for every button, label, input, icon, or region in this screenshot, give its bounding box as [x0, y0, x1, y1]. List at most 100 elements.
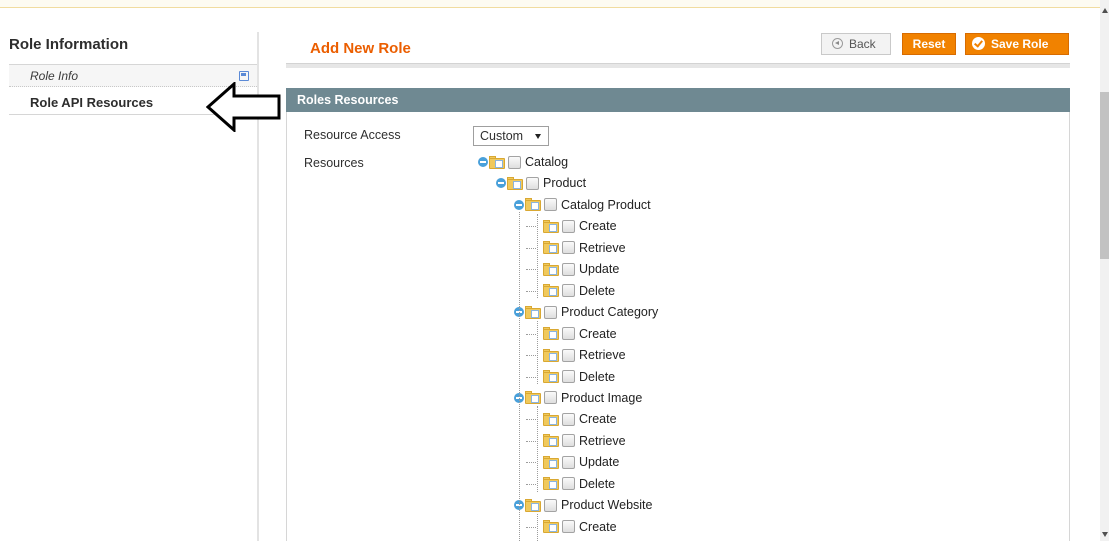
- tree-node[interactable]: Product Category: [514, 303, 658, 321]
- scroll-down-icon[interactable]: [1102, 532, 1108, 537]
- save-role-button[interactable]: Save Role: [965, 33, 1069, 55]
- back-button[interactable]: Back: [821, 33, 891, 55]
- tree-node[interactable]: Create: [532, 518, 617, 536]
- resource-checkbox[interactable]: [544, 198, 557, 212]
- tree-node-label: Retrieve: [579, 348, 626, 363]
- tree-node-label: Update: [579, 262, 620, 277]
- tree-node-label: Product: [543, 176, 587, 191]
- header-divider: [286, 63, 1070, 68]
- collapse-icon[interactable]: [496, 178, 506, 189]
- tree-node[interactable]: Delete: [532, 368, 615, 386]
- folder-icon: [543, 262, 559, 276]
- tree-node[interactable]: Delete: [532, 475, 615, 493]
- tree-connector: [537, 406, 538, 492]
- tree-node[interactable]: Product Website: [514, 496, 652, 514]
- tree-node[interactable]: Retrieve: [532, 239, 626, 257]
- tree-node-label: Product Category: [561, 305, 659, 320]
- resource-checkbox[interactable]: [562, 348, 575, 362]
- resource-checkbox[interactable]: [544, 391, 557, 405]
- tree-node[interactable]: Update: [532, 453, 619, 471]
- tree-node[interactable]: Catalog Product: [514, 196, 651, 214]
- tree-node[interactable]: Retrieve: [532, 432, 626, 450]
- collapse-icon[interactable]: [514, 199, 524, 210]
- tree-node-label: Create: [579, 326, 617, 341]
- back-icon: [832, 38, 843, 49]
- resource-checkbox[interactable]: [562, 241, 575, 255]
- tree-node[interactable]: Create: [532, 325, 617, 343]
- resource-checkbox[interactable]: [562, 327, 575, 341]
- tree-node[interactable]: Create: [532, 410, 617, 428]
- tree-node-label: Product Image: [561, 390, 643, 405]
- tree-node-label: Product Website: [561, 498, 653, 513]
- tree-node-label: Retrieve: [579, 433, 626, 448]
- tree-node-label: Delete: [579, 283, 616, 298]
- sidebar-title: Role Information: [9, 36, 129, 53]
- scroll-up-icon[interactable]: [1102, 8, 1108, 13]
- scrollbar[interactable]: [1100, 0, 1109, 541]
- tree-connector: [526, 419, 536, 421]
- tree-node[interactable]: Catalog: [478, 153, 568, 171]
- tree-node[interactable]: Product Image: [514, 389, 642, 407]
- resource-checkbox[interactable]: [562, 262, 575, 276]
- folder-icon: [525, 198, 541, 212]
- folder-icon: [489, 155, 505, 169]
- checkmark-icon: [972, 37, 985, 50]
- left-arrow-icon: [206, 82, 281, 132]
- folder-icon: [507, 176, 523, 190]
- tab-role-api-resources-label: Role API Resources: [30, 95, 154, 110]
- tree-node-label: Catalog: [525, 155, 569, 169]
- resource-checkbox[interactable]: [562, 370, 575, 383]
- tree-connector: [526, 462, 536, 464]
- tree-connector: [526, 290, 536, 292]
- resource-checkbox[interactable]: [508, 155, 521, 169]
- tree-connector: [526, 333, 536, 335]
- tree-connector: [526, 355, 536, 357]
- folder-icon: [543, 241, 559, 255]
- section-header: Roles Resources: [286, 88, 1070, 112]
- tree-node[interactable]: Create: [532, 217, 617, 235]
- tree-connector: [537, 321, 538, 384]
- tree-connector: [526, 269, 536, 271]
- resource-checkbox[interactable]: [562, 520, 575, 534]
- save-icon: [239, 71, 249, 81]
- tree-node[interactable]: Product: [496, 174, 586, 192]
- folder-icon: [543, 348, 559, 362]
- resource-checkbox[interactable]: [562, 412, 575, 426]
- resource-checkbox[interactable]: [526, 176, 539, 190]
- tree-connector: [526, 483, 536, 485]
- tree-connector: [526, 526, 536, 528]
- folder-icon: [525, 391, 541, 405]
- page-title: Add New Role: [310, 40, 411, 57]
- section-body: [286, 112, 1070, 541]
- folder-icon: [543, 284, 559, 298]
- collapse-icon[interactable]: [478, 157, 488, 167]
- tree-node-label: Create: [579, 412, 617, 427]
- tree-node-label: Delete: [579, 476, 616, 491]
- save-role-label: Save Role: [991, 37, 1049, 51]
- top-border: [0, 0, 1100, 8]
- tree-node[interactable]: Delete: [532, 282, 615, 300]
- tree-connector: [526, 376, 536, 378]
- tree-node-label: Create: [579, 519, 617, 534]
- resource-checkbox[interactable]: [562, 219, 575, 233]
- resource-checkbox[interactable]: [544, 498, 557, 512]
- reset-button[interactable]: Reset: [902, 33, 956, 55]
- resource-checkbox[interactable]: [562, 477, 575, 491]
- folder-icon: [543, 434, 559, 448]
- tree-connector: [537, 214, 538, 298]
- resource-checkbox[interactable]: [562, 455, 575, 469]
- resource-access-select[interactable]: Custom: [473, 126, 549, 146]
- scroll-thumb[interactable]: [1100, 92, 1109, 259]
- folder-icon: [525, 498, 541, 512]
- resource-checkbox[interactable]: [562, 284, 575, 298]
- chevron-down-icon: [535, 134, 541, 139]
- resource-checkbox[interactable]: [562, 434, 575, 448]
- tree-connector: [526, 226, 536, 228]
- tree-connector: [526, 247, 536, 249]
- tree-connector: [519, 212, 520, 541]
- tree-node[interactable]: Retrieve: [532, 346, 626, 364]
- tree-node-label: Retrieve: [579, 240, 626, 255]
- tree-node[interactable]: Update: [532, 260, 619, 278]
- resource-access-value: Custom: [480, 129, 524, 143]
- resource-checkbox[interactable]: [544, 305, 557, 319]
